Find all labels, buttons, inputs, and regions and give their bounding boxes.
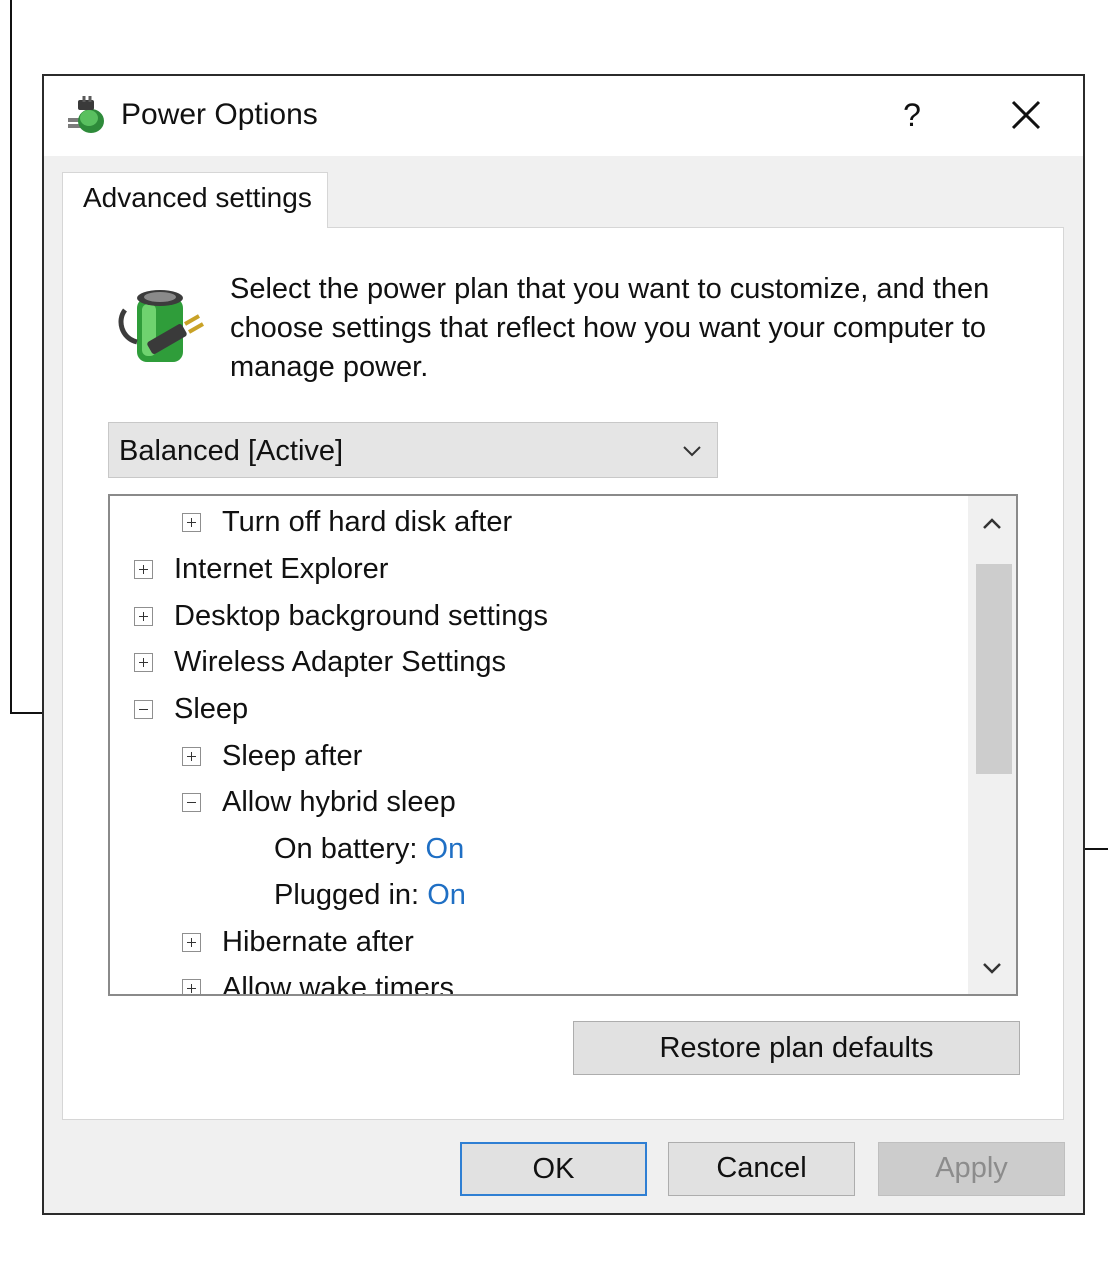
collapse-icon[interactable] bbox=[134, 700, 153, 719]
expand-icon[interactable] bbox=[182, 979, 201, 994]
on-battery-value-link[interactable]: On bbox=[426, 833, 465, 865]
vertical-scrollbar[interactable] bbox=[968, 496, 1016, 994]
title-bar: Power Options ? bbox=[44, 76, 1083, 156]
help-button[interactable]: ? bbox=[892, 92, 932, 138]
expand-icon[interactable] bbox=[182, 747, 201, 766]
battery-plug-icon bbox=[115, 280, 205, 370]
plugged-in-value-link[interactable]: On bbox=[427, 879, 466, 911]
cancel-button[interactable]: Cancel bbox=[668, 1142, 855, 1196]
scrollbar-thumb[interactable] bbox=[976, 564, 1012, 774]
expand-icon[interactable] bbox=[182, 513, 201, 532]
close-button[interactable] bbox=[1002, 90, 1050, 140]
chevron-up-icon[interactable] bbox=[980, 514, 1004, 534]
expand-icon[interactable] bbox=[134, 607, 153, 626]
chevron-down-icon bbox=[683, 446, 701, 457]
on-battery-label: On battery: bbox=[274, 833, 418, 865]
intro-description: Select the power plan that you want to c… bbox=[230, 273, 990, 383]
callout-line-left-vertical bbox=[10, 0, 12, 713]
restore-plan-defaults-button[interactable]: Restore plan defaults bbox=[573, 1021, 1020, 1075]
settings-tree[interactable]: Turn off hard disk after Internet Explor… bbox=[108, 494, 1018, 996]
tab-advanced-settings[interactable]: Advanced settings bbox=[62, 172, 328, 228]
plugged-in-label: Plugged in: bbox=[274, 879, 420, 911]
power-plan-selected-value: Balanced [Active] bbox=[119, 435, 344, 467]
close-icon bbox=[1011, 100, 1041, 130]
expand-icon[interactable] bbox=[134, 560, 153, 579]
expand-icon[interactable] bbox=[134, 653, 153, 672]
apply-button[interactable]: Apply bbox=[878, 1142, 1065, 1196]
collapse-icon[interactable] bbox=[182, 793, 201, 812]
power-plan-dropdown[interactable]: Balanced [Active] bbox=[108, 422, 718, 478]
advanced-settings-panel: Select the power plan that you want to c… bbox=[62, 227, 1064, 1120]
setting-on-battery: On battery: On bbox=[274, 827, 464, 871]
setting-plugged-in: Plugged in: On bbox=[274, 873, 466, 917]
expand-icon[interactable] bbox=[182, 933, 201, 952]
power-options-dialog: Power Options ? Advanced settings Select… bbox=[42, 74, 1085, 1215]
power-plug-icon bbox=[64, 94, 106, 136]
ok-button[interactable]: OK bbox=[460, 1142, 647, 1196]
chevron-down-icon[interactable] bbox=[980, 958, 1004, 978]
window-title: Power Options bbox=[121, 98, 318, 131]
